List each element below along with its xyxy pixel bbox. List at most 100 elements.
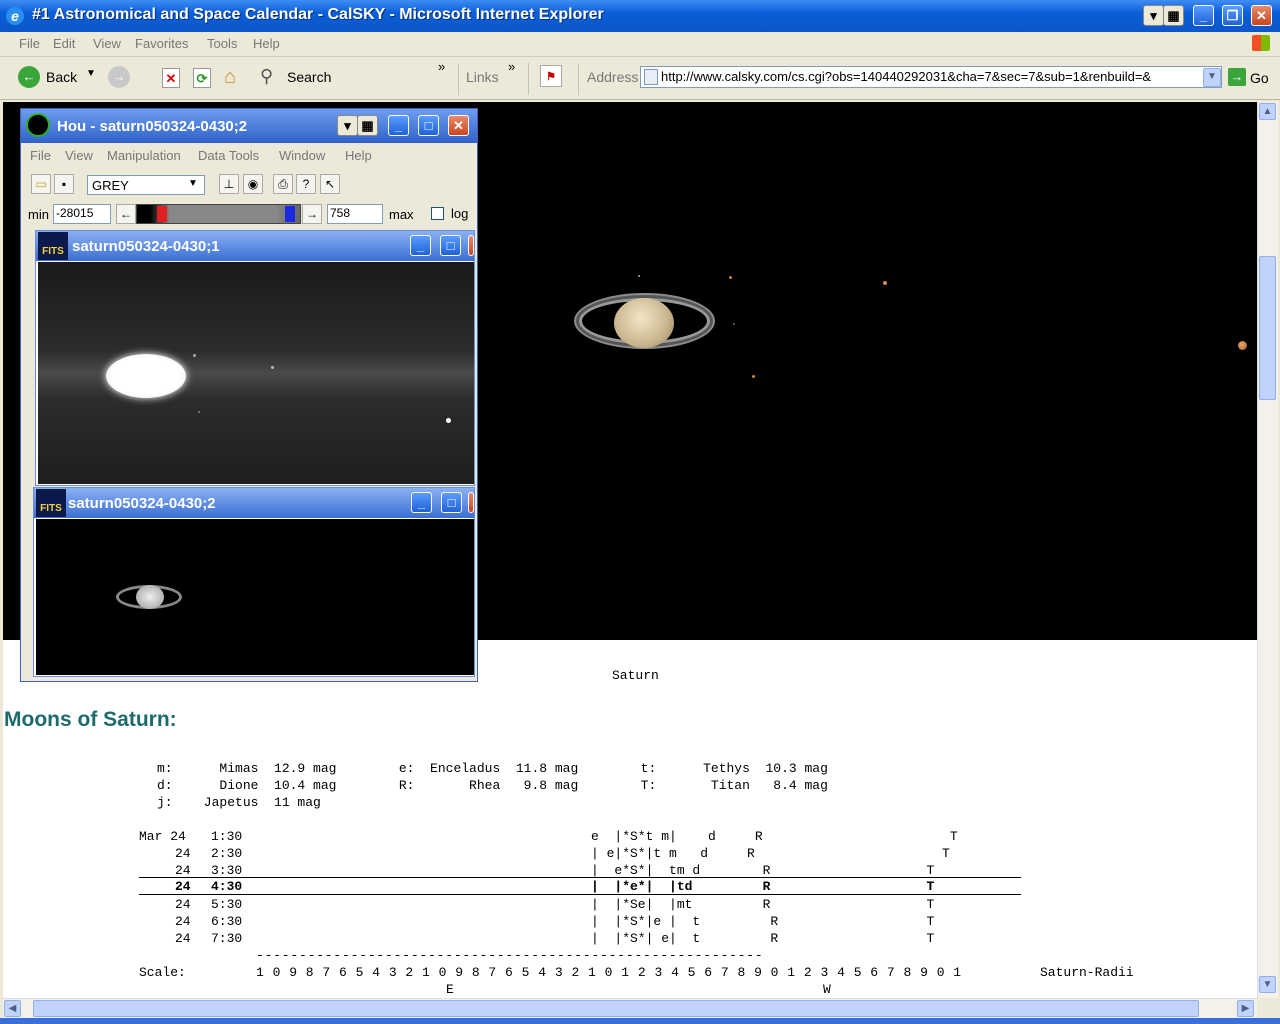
min-value: -28015	[56, 206, 94, 220]
max-slider-handle[interactable]	[285, 206, 295, 222]
hou-app-icon	[26, 113, 50, 137]
links-label[interactable]: Links	[466, 69, 499, 85]
hou-menu-view[interactable]: View	[65, 148, 93, 163]
row-date: Mar 24	[139, 829, 186, 844]
stop-icon[interactable]: ✕	[162, 68, 180, 88]
toolbar-divider-2	[528, 63, 529, 95]
max-label: max	[389, 207, 414, 222]
scroll-left-icon[interactable]: ◀	[4, 1000, 21, 1017]
browser-titlebar: e #1 Astronomical and Space Calendar - C…	[0, 0, 1280, 32]
menu-edit[interactable]: Edit	[53, 36, 75, 51]
toolbar-chevron-icon[interactable]: »	[438, 59, 445, 74]
sub2-close-button[interactable]	[468, 492, 474, 513]
sub1-close-button[interactable]	[468, 235, 474, 256]
current-row-bottom-line	[139, 894, 1021, 895]
hou-menu-button[interactable]: ▾	[337, 115, 358, 136]
hou-menu-file[interactable]: File	[30, 148, 51, 163]
hou-menu-help[interactable]: Help	[345, 148, 372, 163]
horizontal-scroll-thumb[interactable]	[33, 1000, 1199, 1017]
refresh-icon[interactable]: ⟳	[193, 68, 211, 88]
search-button[interactable]: ⚲ Search	[260, 66, 340, 89]
go-button[interactable]: → Go	[1228, 68, 1276, 88]
max-input[interactable]: 758	[327, 204, 383, 224]
window-pattern-button[interactable]: ▦	[1163, 5, 1184, 26]
window-menu-button[interactable]: ▾	[1143, 5, 1164, 26]
range-slider[interactable]	[136, 204, 301, 224]
links-chevron-icon[interactable]: »	[508, 59, 515, 74]
home-icon[interactable]: ⌂	[224, 66, 236, 89]
fits-icon: FITS	[36, 489, 66, 517]
row-time: 5:30	[211, 897, 243, 912]
subwindow-2-titlebar: FITS saturn050324-0430;2 _ □	[34, 488, 474, 518]
scroll-right-icon[interactable]: ▶	[1237, 1000, 1254, 1017]
hou-minimize-button[interactable]: _	[388, 115, 409, 136]
subwindow-1-titlebar: FITS saturn050324-0430;1 _ □	[36, 231, 474, 261]
min-slider-handle[interactable]	[157, 206, 167, 222]
max-value: 758	[330, 206, 351, 220]
moon-dot-3	[883, 281, 887, 285]
horizontal-scrollbar[interactable]: ◀ ▶	[3, 998, 1257, 1019]
sub2-minimize-button[interactable]: _	[411, 492, 432, 513]
sub1-maximize-button[interactable]: □	[440, 235, 461, 256]
pdf-icon[interactable]: ⚑	[540, 65, 562, 87]
histogram-icon[interactable]: ⊥	[219, 174, 239, 194]
back-button[interactable]: ← Back ▼	[18, 66, 98, 90]
hou-pattern-button[interactable]: ▦	[357, 115, 378, 136]
fits-icon: FITS	[38, 232, 68, 260]
scale-label: Scale:	[139, 965, 186, 980]
row-time: 4:30	[211, 879, 243, 894]
moon-dot-2	[729, 276, 732, 279]
row-diagram: | e|*S*|t m d R T	[591, 846, 950, 861]
menu-view[interactable]: View	[93, 36, 121, 51]
sub2-maximize-button[interactable]: □	[441, 492, 462, 513]
hou-maximize-button[interactable]: □	[418, 115, 439, 136]
vertical-scrollbar[interactable]: ▲ ▼	[1257, 102, 1278, 998]
colormap-select[interactable]: GREY ▼	[87, 175, 205, 195]
forward-arrow-icon[interactable]: →	[108, 66, 130, 88]
target-icon[interactable]: ◉	[243, 174, 263, 194]
vertical-scroll-thumb[interactable]	[1259, 256, 1276, 400]
log-checkbox[interactable]	[431, 207, 444, 220]
close-button[interactable]: ✕	[1251, 5, 1272, 26]
colormap-dropdown-icon[interactable]: ▼	[188, 178, 198, 189]
scroll-up-icon[interactable]: ▲	[1259, 103, 1276, 120]
minimize-button[interactable]: _	[1193, 5, 1214, 26]
saturn-blob	[106, 354, 186, 398]
search-icon: ⚲	[260, 66, 274, 86]
left-arrow-icon[interactable]: ←	[116, 204, 136, 224]
min-input[interactable]: -28015	[53, 204, 111, 224]
menu-favorites[interactable]: Favorites	[135, 36, 188, 51]
log-label: log	[451, 206, 469, 221]
menu-tools[interactable]: Tools	[207, 36, 237, 51]
back-arrow-icon: ←	[18, 66, 40, 88]
star-dot-4	[446, 418, 451, 423]
moon-legend-line-1: m: Mimas 12.9 mag e: Enceladus 11.8 mag …	[157, 761, 828, 776]
menu-help[interactable]: Help	[253, 36, 280, 51]
row-time: 1:30	[211, 829, 243, 844]
menu-file[interactable]: File	[19, 36, 40, 51]
image-subwindow-1: FITS saturn050324-0430;1 _ □	[35, 230, 475, 486]
hou-window: Hou - saturn050324-0430;2 ▾ ▦ _ □ ✕ File…	[20, 108, 478, 682]
scroll-down-icon[interactable]: ▼	[1259, 976, 1276, 993]
help-icon[interactable]: ?	[296, 174, 316, 194]
context-help-icon[interactable]: ↖	[320, 174, 340, 194]
hou-menu-manipulation[interactable]: Manipulation	[107, 148, 181, 163]
hou-close-button[interactable]: ✕	[448, 115, 469, 136]
back-dropdown-icon[interactable]: ▼	[86, 68, 96, 79]
sub1-minimize-button[interactable]: _	[410, 235, 431, 256]
address-dropdown-icon[interactable]: ▼	[1203, 68, 1221, 87]
saturn-caption: Saturn	[612, 668, 659, 683]
min-label: min	[28, 207, 49, 222]
restore-button[interactable]: ❐	[1222, 5, 1243, 26]
print-icon[interactable]: ⎙	[273, 174, 293, 194]
open-folder-icon[interactable]: ▭	[31, 174, 51, 194]
hou-menu-data-tools[interactable]: Data Tools	[198, 148, 259, 163]
hou-menu-window[interactable]: Window	[279, 148, 325, 163]
right-arrow-icon[interactable]: →	[302, 204, 322, 224]
moon-dot-4	[733, 323, 735, 325]
save-icon[interactable]: ▪	[54, 174, 74, 194]
page-icon	[644, 69, 658, 85]
taskbar-strip	[0, 1018, 1280, 1024]
go-label: Go	[1250, 70, 1269, 86]
address-input[interactable]: http://www.calsky.com/cs.cgi?obs=1404402…	[640, 66, 1222, 88]
